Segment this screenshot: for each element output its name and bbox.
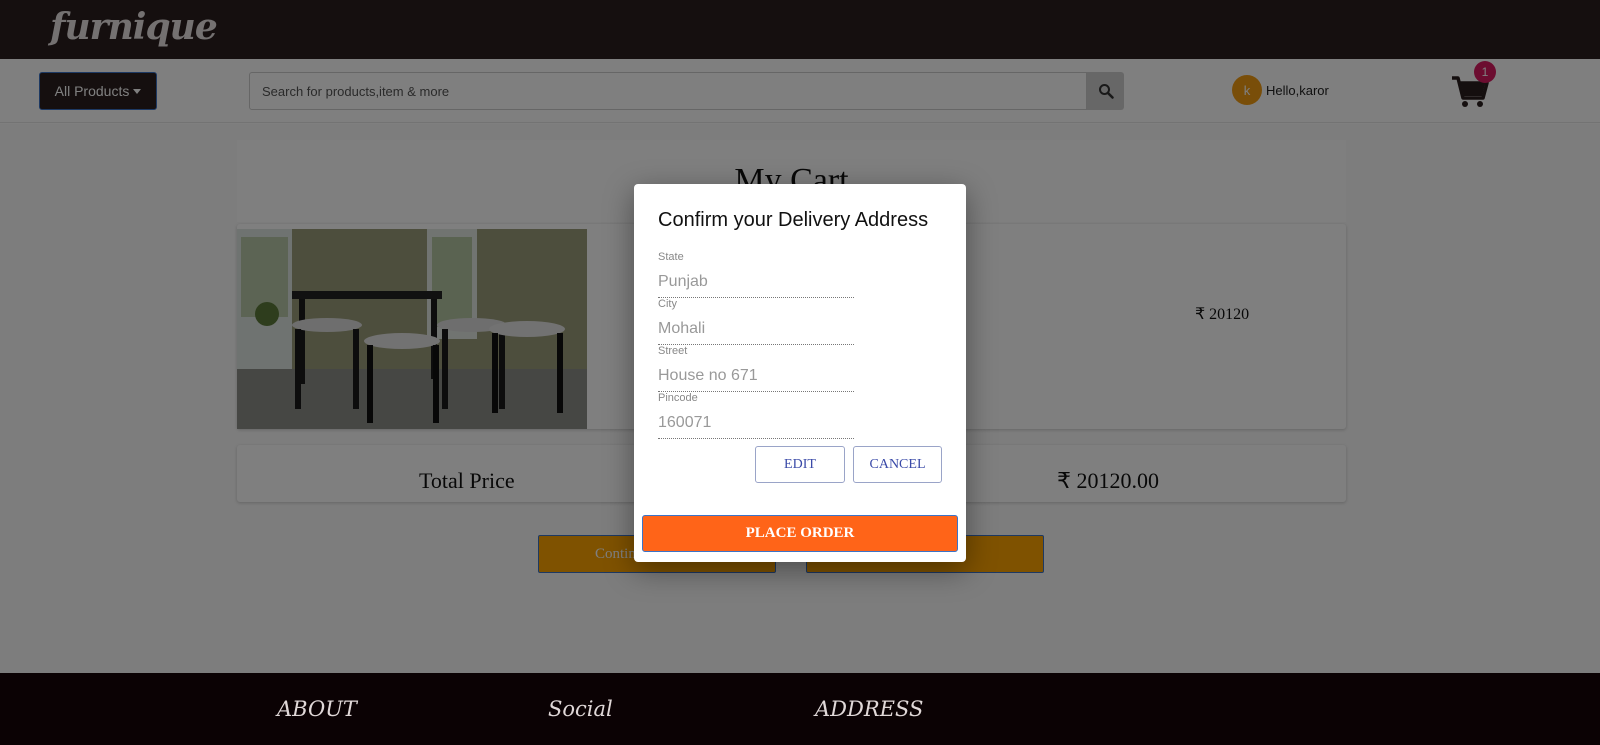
footer-social-heading: Social: [548, 697, 613, 721]
state-field[interactable]: State Punjab: [658, 251, 854, 298]
state-label: State: [658, 251, 684, 263]
city-field[interactable]: City Mohali: [658, 298, 854, 345]
footer-about-heading: ABOUT: [277, 697, 357, 721]
city-label: City: [658, 298, 677, 310]
dialog-title: Confirm your Delivery Address: [658, 209, 929, 231]
pincode-value: 160071: [658, 414, 712, 431]
street-field[interactable]: Street House no 671: [658, 345, 854, 392]
footer: ABOUT Social ADDRESS: [0, 673, 1600, 745]
state-value: Punjab: [658, 273, 708, 290]
street-label: Street: [658, 345, 688, 357]
footer-address-heading: ADDRESS: [815, 697, 924, 721]
pincode-field[interactable]: Pincode 160071: [658, 392, 854, 439]
place-order-button[interactable]: PLACE ORDER: [642, 515, 958, 552]
city-value: Mohali: [658, 320, 706, 337]
pincode-label: Pincode: [658, 392, 698, 404]
delivery-address-dialog: Confirm your Delivery Address State Punj…: [634, 184, 966, 562]
street-value: House no 671: [658, 367, 758, 384]
cancel-button[interactable]: CANCEL: [853, 446, 942, 483]
edit-button[interactable]: EDIT: [755, 446, 845, 483]
